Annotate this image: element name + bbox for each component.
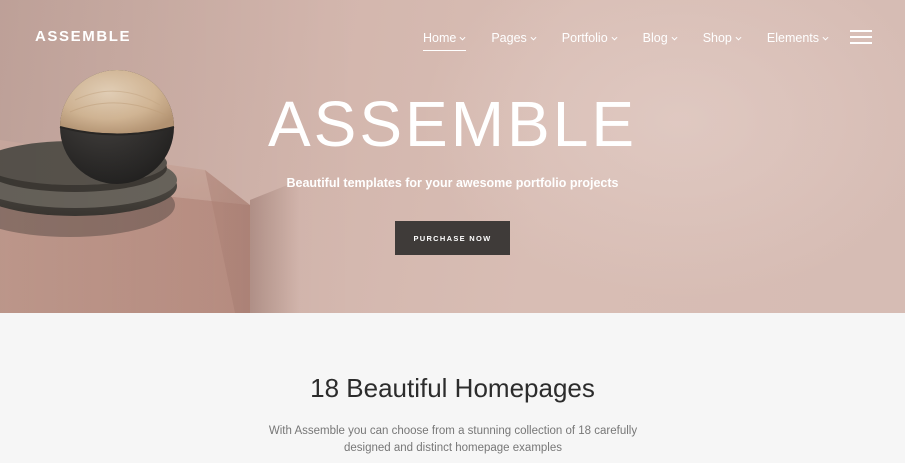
hamburger-line: [850, 36, 872, 38]
chevron-down-icon: [735, 36, 742, 41]
main-nav: Home Pages Portfolio Blog Shop Elements: [423, 28, 854, 51]
hamburger-menu-icon[interactable]: [850, 30, 872, 44]
section-description: With Assemble you can choose from a stun…: [268, 425, 638, 454]
homepages-section: 18 Beautiful Homepages With Assemble you…: [0, 313, 905, 463]
hero-section: ASSEMBLE Home Pages Portfolio Blog Shop …: [0, 0, 905, 313]
chevron-down-icon: [611, 36, 618, 41]
nav-item-label: Blog: [642, 31, 668, 45]
nav-item-label: Pages: [491, 31, 527, 45]
nav-item-label: Elements: [766, 31, 819, 45]
nav-item-elements[interactable]: Elements: [767, 28, 829, 48]
nav-item-pages[interactable]: Pages: [491, 28, 537, 48]
hero-title: ASSEMBLE: [267, 88, 638, 160]
nav-item-portfolio[interactable]: Portfolio: [562, 28, 618, 48]
section-title: 18 Beautiful Homepages: [310, 373, 595, 403]
chevron-down-icon: [671, 36, 678, 41]
hamburger-line: [850, 42, 872, 44]
hero-subtitle: Beautiful templates for your awesome por…: [286, 176, 619, 190]
nav-item-shop[interactable]: Shop: [703, 28, 742, 48]
purchase-now-button[interactable]: PURCHASE NOW: [395, 221, 510, 255]
nav-item-label: Portfolio: [561, 31, 608, 45]
nav-item-label: Home: [423, 31, 457, 45]
hamburger-line: [850, 30, 872, 32]
nav-item-home[interactable]: Home: [423, 28, 467, 51]
chevron-down-icon: [530, 36, 537, 41]
nav-item-label: Shop: [702, 31, 732, 45]
chevron-down-icon: [822, 36, 829, 41]
chevron-down-icon: [459, 36, 466, 41]
nav-item-blog[interactable]: Blog: [643, 28, 678, 48]
site-logo[interactable]: ASSEMBLE: [35, 28, 131, 45]
